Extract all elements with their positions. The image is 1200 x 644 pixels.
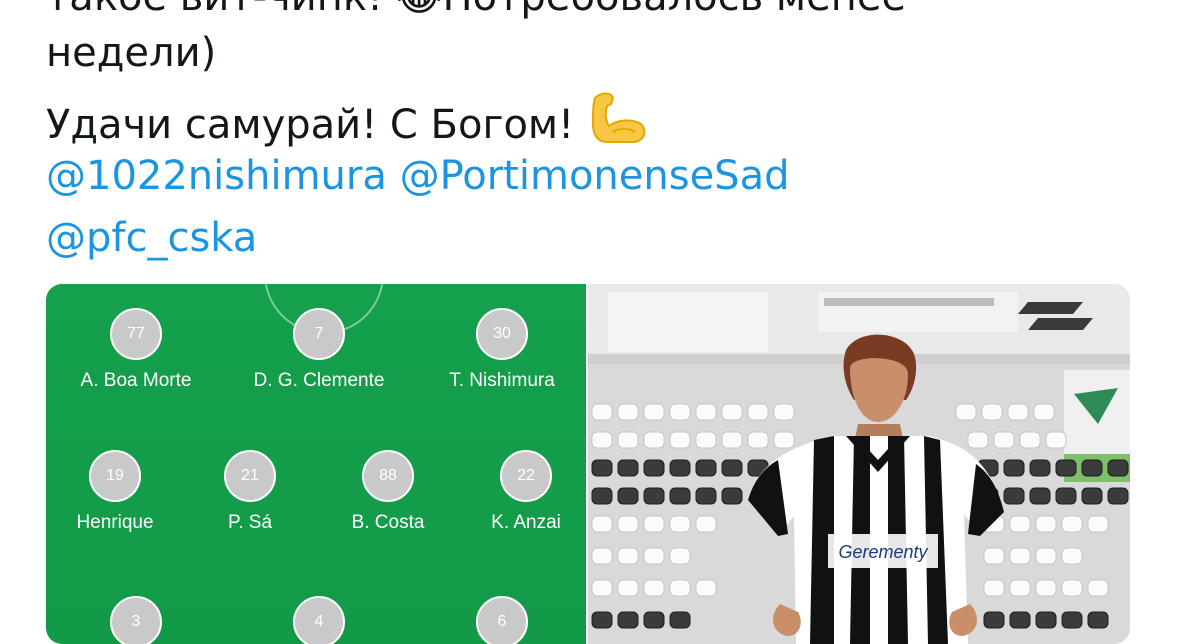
player-card: 3 bbox=[56, 596, 216, 644]
player-card: 22 K. Anzai bbox=[446, 450, 606, 534]
player-name: A. Boa Morte bbox=[80, 370, 192, 391]
mention-link-portimonense[interactable]: @PortimonenseSad bbox=[400, 153, 790, 199]
player-card: 21 P. Sá bbox=[170, 450, 330, 534]
shirt-number: 7 bbox=[293, 308, 345, 360]
player-name: D. G. Clemente bbox=[253, 370, 385, 391]
player-name: P. Sá bbox=[227, 512, 273, 533]
flexed-biceps-icon bbox=[587, 90, 649, 156]
shirt-number: 4 bbox=[293, 596, 345, 644]
shirt-number: 30 bbox=[476, 308, 528, 360]
tweet-line-5: @pfc_cska bbox=[46, 213, 257, 263]
shirt-number: 22 bbox=[500, 450, 552, 502]
player-name: B. Costa bbox=[351, 512, 425, 533]
player-card: 88 B. Costa bbox=[308, 450, 468, 534]
shirt-number: 88 bbox=[362, 450, 414, 502]
tweet-line-3-text: Удачи самурай! С Богом! bbox=[46, 102, 575, 148]
tweet-line-cut: такое вит-чинк! 😂Потребовалось менее bbox=[46, 0, 906, 22]
shirt-number: 3 bbox=[110, 596, 162, 644]
lineup-graphic[interactable]: 77 A. Boa Morte 7 D. G. Clemente 30 T. N… bbox=[46, 284, 586, 644]
player-name: T. Nishimura bbox=[449, 370, 555, 391]
player-card: 77 A. Boa Morte bbox=[56, 308, 216, 392]
player-name: K. Anzai bbox=[491, 512, 561, 533]
player-photo[interactable]: Gerementy bbox=[588, 284, 1130, 644]
shirt-number: 6 bbox=[476, 596, 528, 644]
tweet-media[interactable]: 77 A. Boa Morte 7 D. G. Clemente 30 T. N… bbox=[46, 284, 1130, 644]
shirt-number: 21 bbox=[224, 450, 276, 502]
player-card: 4 bbox=[239, 596, 399, 644]
player-card: 30 T. Nishimura bbox=[422, 308, 582, 392]
shirt-sponsor-text: Gerementy bbox=[838, 542, 928, 562]
shirt-number: 19 bbox=[89, 450, 141, 502]
player-card: 7 D. G. Clemente bbox=[239, 308, 399, 392]
tweet-line-3: Удачи самурай! С Богом! bbox=[46, 90, 649, 156]
mention-link-nishimura[interactable]: @1022nishimura bbox=[46, 153, 387, 199]
tweet-line-2: недели) bbox=[46, 30, 217, 76]
shirt-number: 77 bbox=[110, 308, 162, 360]
player-card: 6 bbox=[422, 596, 582, 644]
tweet-line-4: @1022nishimura @PortimonenseSad bbox=[46, 151, 789, 201]
mention-link-cska[interactable]: @pfc_cska bbox=[46, 215, 257, 261]
